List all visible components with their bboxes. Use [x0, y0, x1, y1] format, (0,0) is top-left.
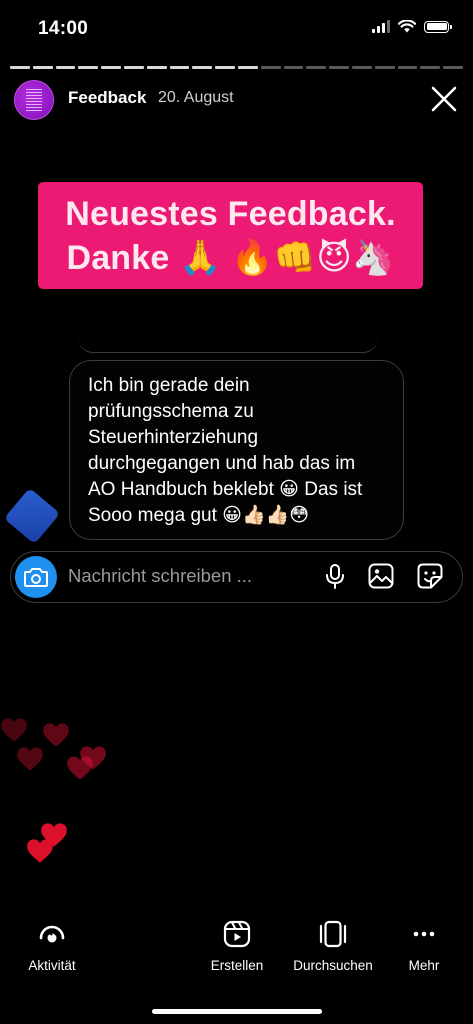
message-line: Steuerhinterziehung	[88, 427, 259, 448]
blue-sticker-shape	[3, 487, 61, 545]
gallery-icon[interactable]	[367, 562, 395, 590]
progress-segment	[55, 66, 76, 69]
nav-create[interactable]: Erstellen	[203, 920, 271, 973]
sticker-icon[interactable]	[416, 562, 444, 590]
progress-segment	[32, 66, 53, 69]
progress-segment	[215, 66, 235, 69]
nav-create-label: Erstellen	[210, 958, 264, 973]
previous-message-bubble	[78, 338, 378, 353]
progress-segment	[123, 66, 144, 69]
heart-icon	[27, 839, 53, 863]
progress-segment	[237, 66, 258, 69]
home-indicator	[152, 1009, 322, 1014]
camera-icon	[24, 568, 48, 587]
story-date: 20. August	[158, 89, 234, 106]
nav-more-label: Mehr	[408, 958, 440, 973]
progress-segment	[283, 66, 304, 69]
more-icon	[413, 931, 435, 937]
camera-button[interactable]	[15, 556, 57, 598]
message-line: Sooo mega gut 😀👍🏻👍🏻😳	[88, 505, 310, 526]
story-username[interactable]: Feedback	[68, 88, 146, 108]
heart-icon	[43, 723, 69, 747]
progress-segment	[443, 66, 463, 69]
nav-more[interactable]: Mehr	[400, 920, 448, 973]
browse-icon	[319, 920, 347, 948]
progress-segment	[146, 66, 167, 69]
reels-create-icon	[223, 920, 251, 948]
cellular-signal-icon	[372, 20, 390, 33]
message-line: durchgegangen und hab das im	[88, 453, 356, 474]
activity-icon	[39, 925, 65, 943]
microphone-icon[interactable]	[321, 562, 349, 590]
sticker-line-2: Danke 🙏 🔥👊😈🦄	[66, 239, 395, 277]
progress-segment	[260, 66, 281, 69]
progress-segment	[351, 66, 372, 69]
close-icon[interactable]	[429, 84, 459, 114]
progress-segment	[374, 66, 395, 69]
progress-segment	[306, 66, 327, 69]
heart-icon	[17, 747, 43, 771]
progress-segment	[420, 66, 441, 69]
heart-icon	[67, 756, 93, 780]
story-progress-bar	[10, 66, 463, 69]
heart-icon	[1, 718, 27, 742]
progress-segment	[101, 66, 121, 69]
nav-browse[interactable]: Durchsuchen	[286, 920, 380, 973]
battery-icon	[424, 20, 452, 33]
progress-segment	[192, 66, 213, 69]
nav-browse-label: Durchsuchen	[293, 958, 373, 973]
progress-segment	[78, 66, 99, 69]
wifi-icon	[398, 20, 416, 33]
status-icons	[372, 20, 452, 33]
progress-segment	[329, 66, 349, 69]
message-line: AO Handbuch beklebt 😀 Das ist	[88, 479, 363, 500]
nav-activity[interactable]: Aktivität	[18, 920, 86, 973]
progress-segment	[10, 66, 30, 69]
message-line: prüfungsschema zu	[88, 401, 254, 422]
status-time: 14:00	[38, 18, 89, 39]
nav-activity-label: Aktivität	[28, 958, 76, 973]
progress-segment	[169, 66, 190, 69]
progress-segment	[397, 66, 418, 69]
message-bubble: Ich bin gerade dein prüfungsschema zu St…	[69, 360, 404, 540]
message-line: Ich bin gerade dein	[88, 375, 250, 396]
text-sticker: Neuestes Feedback. Danke 🙏 🔥👊😈🦄	[38, 182, 423, 289]
avatar[interactable]	[14, 80, 54, 120]
message-input[interactable]: Nachricht schreiben ...	[68, 565, 252, 587]
sticker-line-1: Neuestes Feedback.	[65, 195, 396, 233]
